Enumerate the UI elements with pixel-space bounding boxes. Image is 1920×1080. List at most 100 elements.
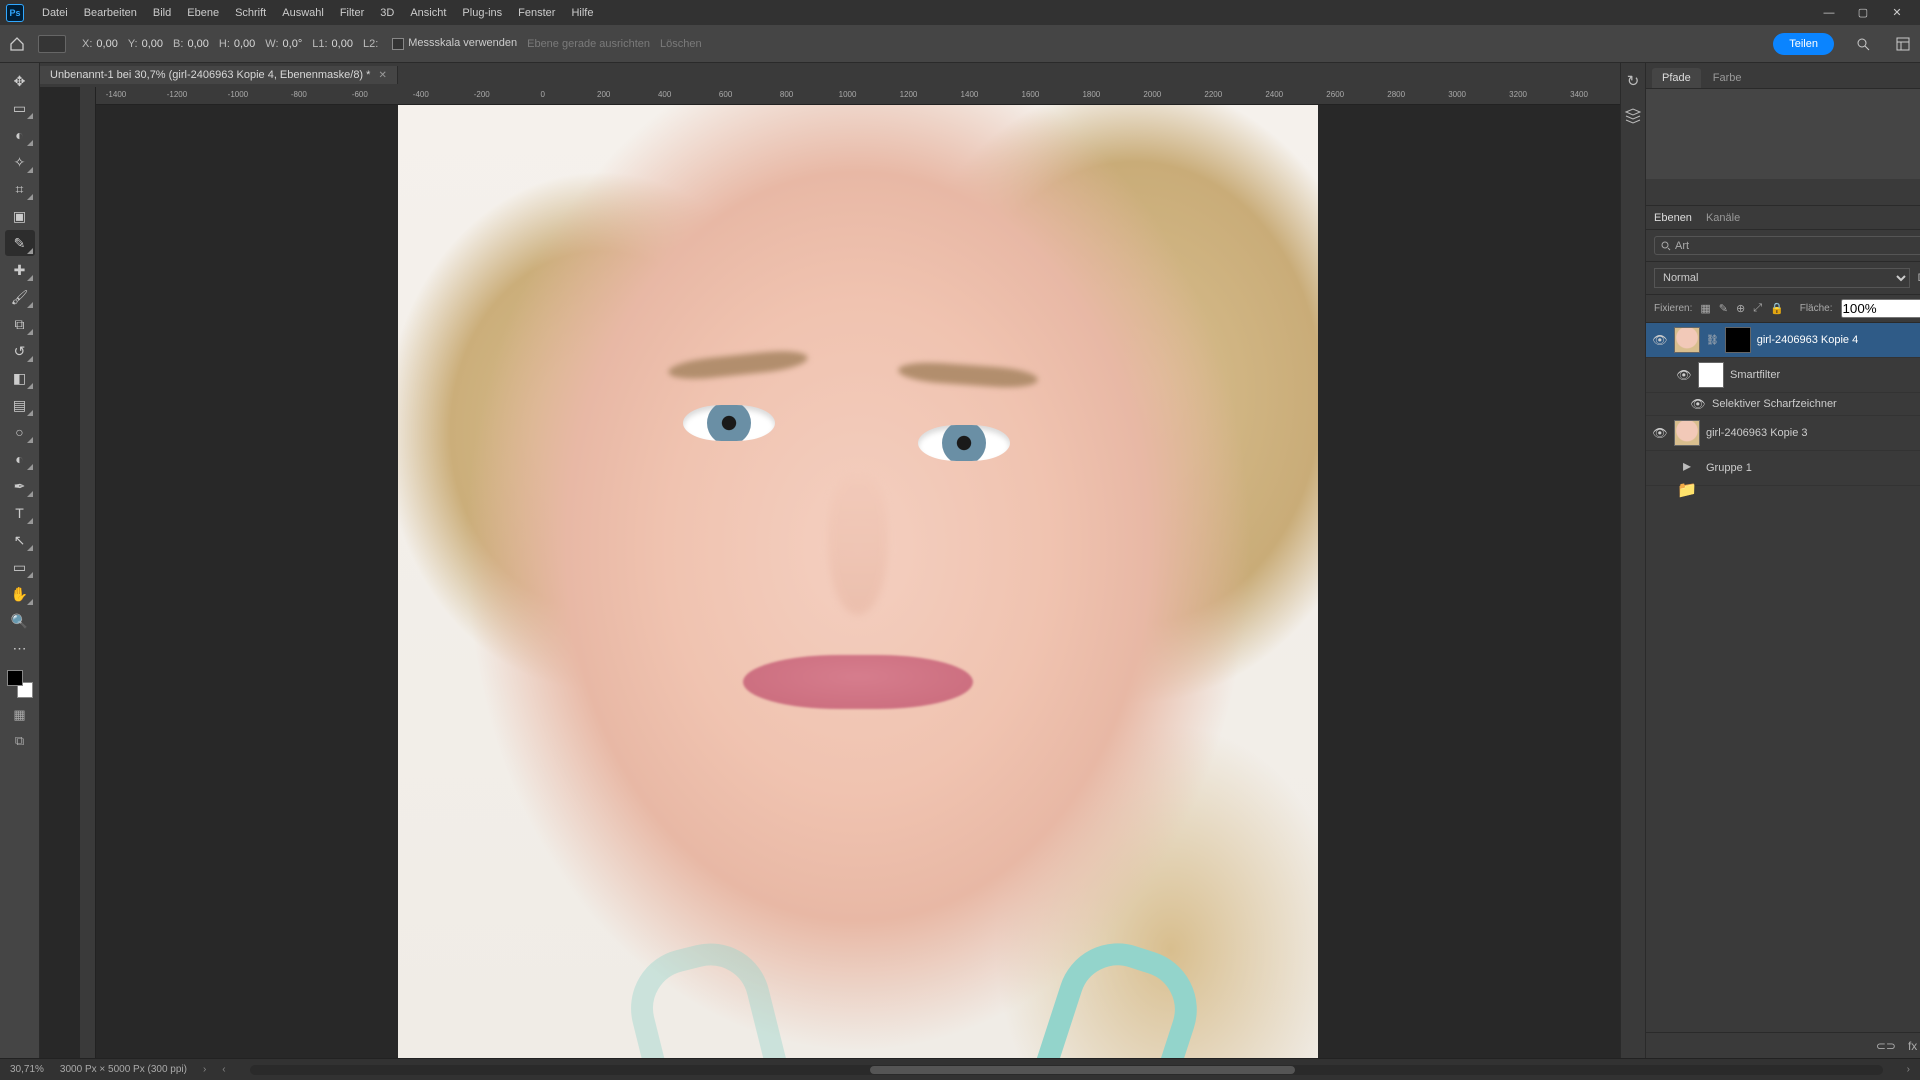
layer-thumb[interactable] xyxy=(1674,327,1700,353)
window-minimize[interactable]: — xyxy=(1812,2,1846,24)
ruler-tick: 600 xyxy=(719,90,732,99)
tool-more[interactable]: ⋯ xyxy=(5,635,35,661)
menu-plugins[interactable]: Plug-ins xyxy=(454,7,510,19)
smartfilter-mask-thumb[interactable] xyxy=(1698,362,1724,388)
share-button[interactable]: Teilen xyxy=(1773,33,1834,55)
tool-marquee[interactable]: ▭ xyxy=(5,95,35,121)
tool-dodge[interactable]: ◐ xyxy=(5,446,35,472)
layer-name[interactable]: girl-2406963 Kopie 3 xyxy=(1706,427,1920,439)
menu-hilfe[interactable]: Hilfe xyxy=(563,7,601,19)
layer-visibility-icon[interactable]: 👁 xyxy=(1690,397,1706,411)
layer-name[interactable]: Smartfilter xyxy=(1730,369,1920,381)
lock-artboard-icon[interactable]: ⤢ xyxy=(1753,302,1762,315)
layers-panel-icon[interactable] xyxy=(1621,103,1645,127)
lock-all-icon[interactable]: 🔒 xyxy=(1770,302,1784,315)
search-icon[interactable] xyxy=(1852,33,1874,55)
ruler-tool-icon[interactable] xyxy=(38,35,66,53)
menu-auswahl[interactable]: Auswahl xyxy=(274,7,332,19)
close-tab-icon[interactable]: ✕ xyxy=(378,70,386,81)
tool-brush[interactable]: 🖌 xyxy=(5,284,35,310)
menu-bearbeiten[interactable]: Bearbeiten xyxy=(76,7,145,19)
workspace-icon[interactable] xyxy=(1892,33,1914,55)
tool-pen[interactable]: ✒ xyxy=(5,473,35,499)
layer-visibility-icon[interactable]: 👁 xyxy=(1652,426,1668,440)
quickmask-icon[interactable]: ▦ xyxy=(5,704,35,726)
menu-fenster[interactable]: Fenster xyxy=(510,7,563,19)
use-scale-checkbox[interactable]: Messskala verwenden xyxy=(392,37,517,49)
tool-stamp[interactable]: ⧉ xyxy=(5,311,35,337)
layer-row[interactable]: 👁Selektiver Scharfzeichner≡ xyxy=(1646,393,1920,416)
lock-position-icon[interactable]: ⊕ xyxy=(1736,302,1745,315)
vertical-ruler[interactable] xyxy=(80,87,96,1058)
tab-ebenen[interactable]: Ebenen xyxy=(1654,212,1692,224)
menu-3d[interactable]: 3D xyxy=(372,7,402,19)
doc-info-arrow-icon[interactable]: › xyxy=(203,1064,206,1075)
scroll-right-icon[interactable]: › xyxy=(1907,1064,1910,1075)
tool-eraser[interactable]: ◧ xyxy=(5,365,35,391)
menu-schrift[interactable]: Schrift xyxy=(227,7,274,19)
tool-shape[interactable]: ▭ xyxy=(5,554,35,580)
horizontal-scrollbar[interactable] xyxy=(250,1065,1883,1075)
window-maximize[interactable]: ▢ xyxy=(1846,2,1880,24)
history-panel-icon[interactable]: ↻ xyxy=(1621,69,1645,93)
readout-l1: L1:0,00 xyxy=(312,38,353,50)
tool-move[interactable]: ✥ xyxy=(5,68,35,94)
tool-eyedrop[interactable]: ✎ xyxy=(5,230,35,256)
blend-mode-select[interactable]: Normal xyxy=(1654,268,1910,288)
menu-bild[interactable]: Bild xyxy=(145,7,179,19)
home-icon[interactable] xyxy=(6,33,28,55)
layer-thumb[interactable] xyxy=(1674,420,1700,446)
layer-filter-type[interactable]: Art▾ xyxy=(1654,236,1920,255)
layer-mask-thumb[interactable] xyxy=(1725,327,1751,353)
layer-visibility-icon[interactable]: 👁 xyxy=(1676,368,1692,382)
layer-visibility-icon[interactable]: 👁 xyxy=(1652,333,1668,347)
tool-column: ✥▭◐✧⌗▣✎✚🖌⧉↺◧▤○◐✒T↖▭✋🔍⋯ ▦ ⧉ xyxy=(0,63,40,1058)
layer-fx-icon[interactable]: fx xyxy=(1908,1039,1917,1053)
layer-row[interactable]: ▸📁Gruppe 1 xyxy=(1646,451,1920,486)
link-layers-icon[interactable]: ⊂⊃ xyxy=(1876,1039,1896,1053)
tool-gradient[interactable]: ▤ xyxy=(5,392,35,418)
tab-farbe[interactable]: Farbe xyxy=(1703,68,1752,88)
tool-hand[interactable]: ✋ xyxy=(5,581,35,607)
layer-name[interactable]: girl-2406963 Kopie 4 xyxy=(1757,334,1920,346)
layer-row[interactable]: 👁 Smartfilter xyxy=(1646,358,1920,393)
tool-path[interactable]: ↖ xyxy=(5,527,35,553)
color-swatches[interactable] xyxy=(5,668,35,700)
tool-heal[interactable]: ✚ xyxy=(5,257,35,283)
tool-crop[interactable]: ⌗ xyxy=(5,176,35,202)
lock-row: Fixieren: ▦ ✎ ⊕ ⤢ 🔒 Fläche: ▾ xyxy=(1646,295,1920,323)
clear-button[interactable]: Löschen xyxy=(660,38,702,50)
zoom-readout[interactable]: 30,71% xyxy=(10,1064,44,1075)
tab-pfade[interactable]: Pfade xyxy=(1652,68,1701,88)
fill-input[interactable] xyxy=(1841,299,1920,318)
menu-datei[interactable]: Datei xyxy=(34,7,76,19)
tool-frame[interactable]: ▣ xyxy=(5,203,35,229)
link-icon[interactable]: ⛓ xyxy=(1706,335,1719,346)
window-close[interactable]: ✕ xyxy=(1880,2,1914,24)
tool-history[interactable]: ↺ xyxy=(5,338,35,364)
layer-row[interactable]: 👁⛓girl-2406963 Kopie 4◑ ▾ xyxy=(1646,323,1920,358)
menu-ansicht[interactable]: Ansicht xyxy=(402,7,454,19)
layer-name[interactable]: Gruppe 1 xyxy=(1706,462,1920,474)
tool-lasso[interactable]: ◐ xyxy=(5,122,35,148)
document-tab[interactable]: Unbenannt-1 bei 30,7% (girl-2406963 Kopi… xyxy=(40,66,398,84)
lock-paint-icon[interactable]: ✎ xyxy=(1719,302,1728,315)
tool-wand[interactable]: ✧ xyxy=(5,149,35,175)
lock-pixels-icon[interactable]: ▦ xyxy=(1700,302,1710,315)
doc-info[interactable]: 3000 Px × 5000 Px (300 ppi) xyxy=(60,1064,187,1075)
tool-zoom[interactable]: 🔍 xyxy=(5,608,35,634)
tab-kanaele[interactable]: Kanäle xyxy=(1706,212,1740,224)
scroll-left-icon[interactable]: ‹ xyxy=(222,1064,225,1075)
foreground-color-swatch[interactable] xyxy=(7,670,23,686)
straighten-button[interactable]: Ebene gerade ausrichten xyxy=(527,38,650,50)
horizontal-scroll-thumb[interactable] xyxy=(870,1066,1295,1074)
tool-type[interactable]: T xyxy=(5,500,35,526)
menu-filter[interactable]: Filter xyxy=(332,7,372,19)
horizontal-ruler[interactable]: -1400-1200-1000-800-600-400-200020040060… xyxy=(96,87,1620,105)
menu-ebene[interactable]: Ebene xyxy=(179,7,227,19)
layer-name[interactable]: Selektiver Scharfzeichner xyxy=(1712,398,1920,410)
canvas[interactable]: neu xyxy=(96,105,1620,1058)
screenmode-icon[interactable]: ⧉ xyxy=(5,730,35,752)
tool-blur[interactable]: ○ xyxy=(5,419,35,445)
layer-row[interactable]: 👁 girl-2406963 Kopie 3 xyxy=(1646,416,1920,451)
